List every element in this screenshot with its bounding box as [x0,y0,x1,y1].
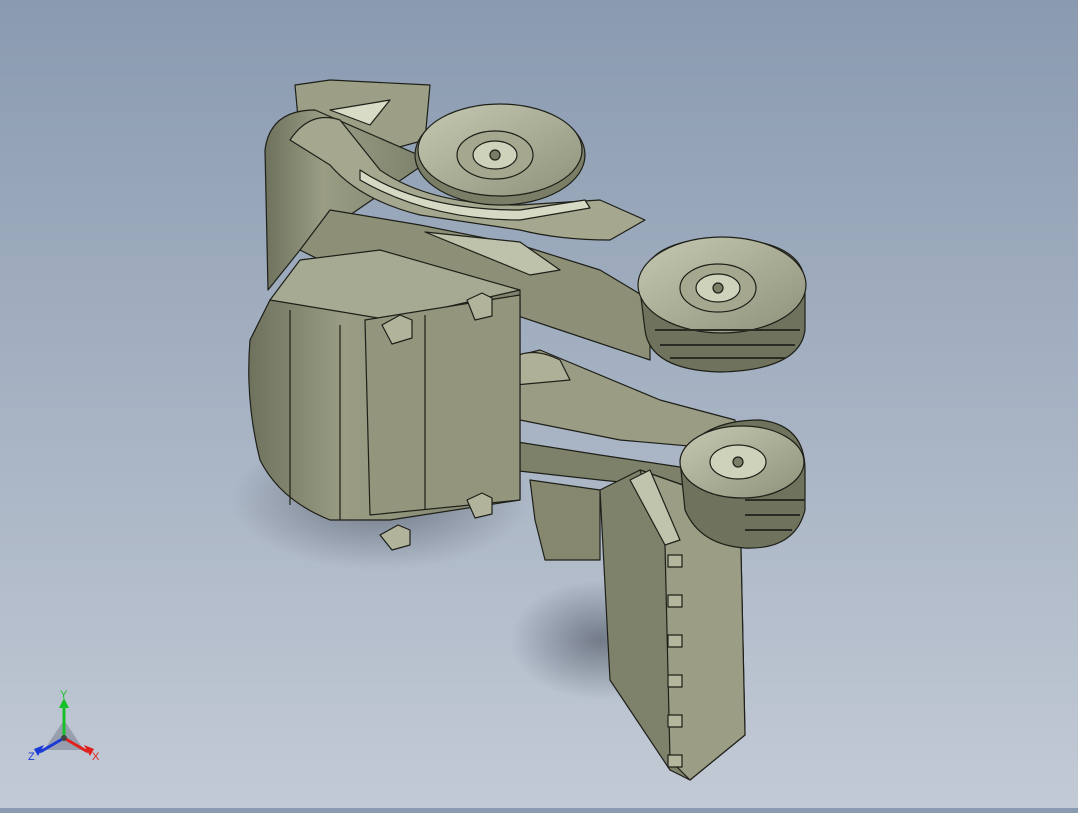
triad-origin [61,735,67,741]
front-lower-wheel [679,419,806,549]
pivot-link [529,479,601,561]
y-axis-label: Y [60,690,68,701]
loader-model[interactable] [0,0,1078,808]
x-axis-label: X [92,751,100,763]
z-axis-label: Z [28,751,35,763]
rear-top-wheel [414,103,586,206]
front-right-wheel [637,236,807,373]
cad-3d-viewport[interactable] [0,0,1078,808]
coordinate-triad: Y X Z [22,689,112,770]
